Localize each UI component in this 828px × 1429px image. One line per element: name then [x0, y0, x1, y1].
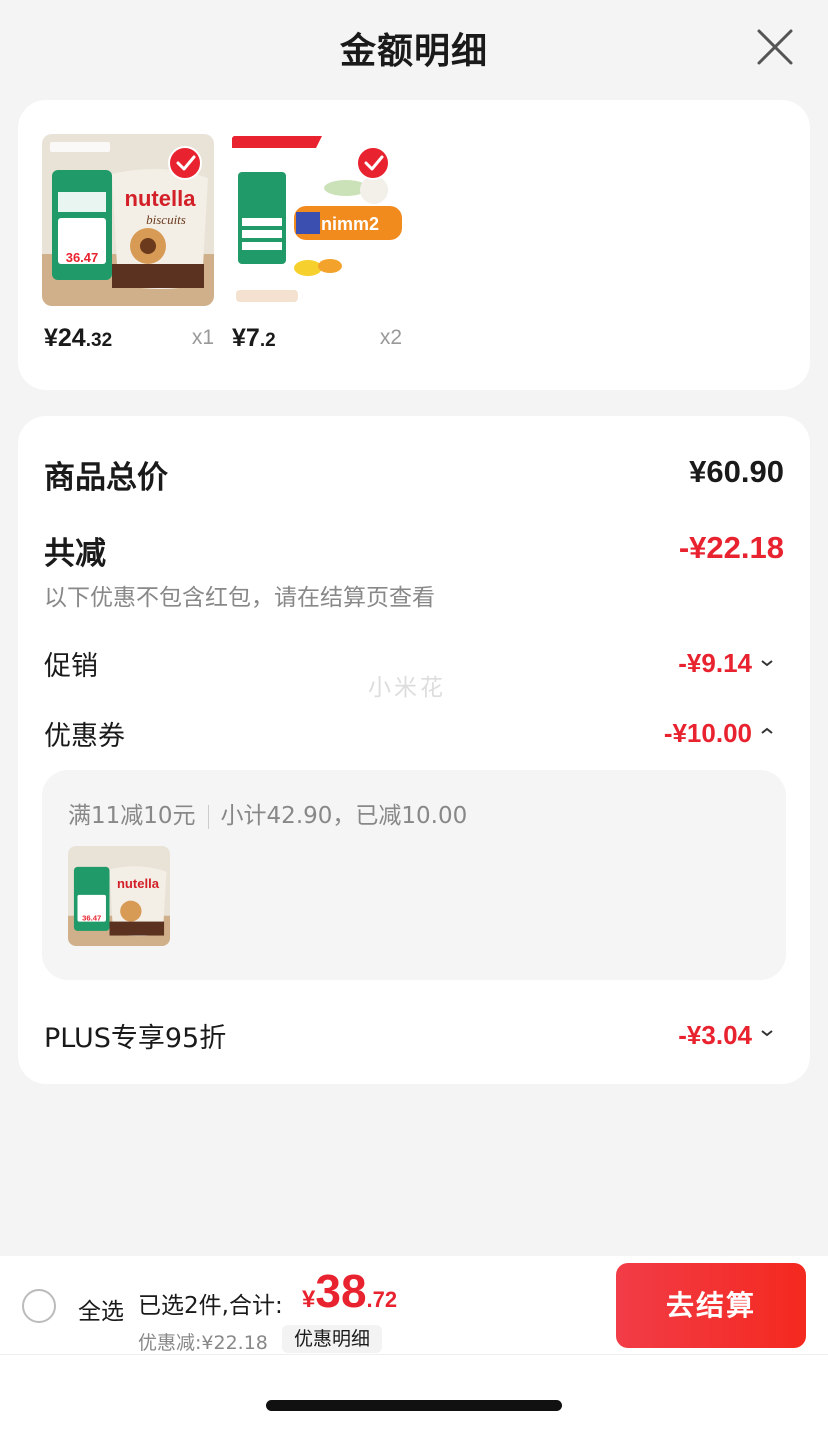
product-price: ¥7.2 [232, 324, 276, 352]
page-title: 金额明细 [339, 31, 488, 72]
amount-detail-sheet: 金额明细 36.47 nutella biscuits ¥24.32 x1 ni… [0, 0, 828, 1429]
total-reduce-value: -¥22.18 [678, 530, 784, 565]
product-price-row: ¥24.32 x1 [42, 324, 214, 354]
coupon-subtotal: 小计42.90，已减10.00 [220, 803, 468, 829]
goods-total-label: 商品总价 [44, 460, 168, 496]
products-card: 36.47 nutella biscuits ¥24.32 x1 nimm2 ¥… [18, 100, 810, 390]
nimm2-product-image[interactable]: nimm2 [230, 134, 402, 306]
svg-text:nutella: nutella [125, 186, 197, 211]
discount-detail-button[interactable]: 优惠明细 [282, 1325, 383, 1353]
product-price-row: ¥7.2 x2 [230, 324, 402, 354]
chevron-up-icon[interactable] [760, 726, 774, 736]
home-indicator [266, 1400, 562, 1411]
plus-discount-label[interactable]: PLUS专享95折 [44, 1016, 226, 1055]
checked-icon [168, 146, 202, 180]
selected-count-text: 已选2件,合计: [138, 1293, 283, 1319]
svg-text:36.47: 36.47 [82, 913, 101, 922]
total-reduce-label: 共减 [44, 536, 106, 572]
svg-text:biscuits: biscuits [146, 212, 186, 227]
coupon-detail-box: 满11减10元 小计42.90，已减10.00 36.47 nutella [42, 770, 786, 980]
product-item[interactable]: 36.47 nutella biscuits ¥24.32 x1 [42, 134, 214, 352]
price-summary-card: 商品总价 ¥60.90 共减 -¥22.18 以下优惠不包含红包，请在结算页查看… [18, 416, 810, 1084]
svg-text:nimm2: nimm2 [321, 214, 379, 234]
goods-total-value: ¥60.90 [689, 454, 784, 489]
coupon-value[interactable]: -¥10.00 [664, 718, 752, 749]
product-qty: x2 [379, 326, 402, 349]
coupon-label[interactable]: 优惠券 [44, 714, 125, 753]
chevron-down-icon[interactable] [760, 658, 774, 668]
select-all-radio[interactable] [22, 1289, 56, 1323]
total-price: ¥38.72 [302, 1265, 398, 1317]
svg-text:nutella: nutella [117, 876, 160, 891]
checkout-bar: 全选 已选2件,合计: ¥38.72 优惠减:¥22.18 优惠明细 去结算 [0, 1256, 828, 1429]
select-all-label[interactable]: 全选 [78, 1292, 124, 1326]
checked-icon [356, 146, 390, 180]
promotion-value[interactable]: -¥9.14 [678, 648, 752, 679]
close-icon[interactable] [756, 28, 794, 66]
nutella-product-image[interactable]: 36.47 nutella biscuits [42, 134, 214, 306]
product-price: ¥24.32 [44, 324, 113, 352]
coupon-detail-text: 满11减10元 小计42.90，已减10.00 [68, 796, 467, 830]
product-item[interactable]: nimm2 ¥7.2 x2 [230, 134, 402, 352]
discount-note: 以下优惠不包含红包，请在结算页查看 [44, 585, 435, 611]
discount-amount-text: 优惠减:¥22.18 [138, 1332, 268, 1354]
coupon-product-thumbnail: 36.47 nutella [68, 846, 170, 946]
promotion-label[interactable]: 促销 [44, 644, 98, 683]
chevron-down-icon[interactable] [760, 1028, 774, 1038]
divider [0, 1354, 828, 1355]
svg-text:36.47: 36.47 [66, 250, 99, 265]
watermark-text: 小米花 [368, 675, 446, 701]
product-qty: x1 [191, 326, 214, 349]
coupon-rule: 满11减10元 [68, 803, 196, 829]
sheet-header: 金额明细 [0, 0, 828, 96]
checkout-button[interactable]: 去结算 [616, 1263, 806, 1348]
plus-discount-value[interactable]: -¥3.04 [678, 1020, 752, 1051]
